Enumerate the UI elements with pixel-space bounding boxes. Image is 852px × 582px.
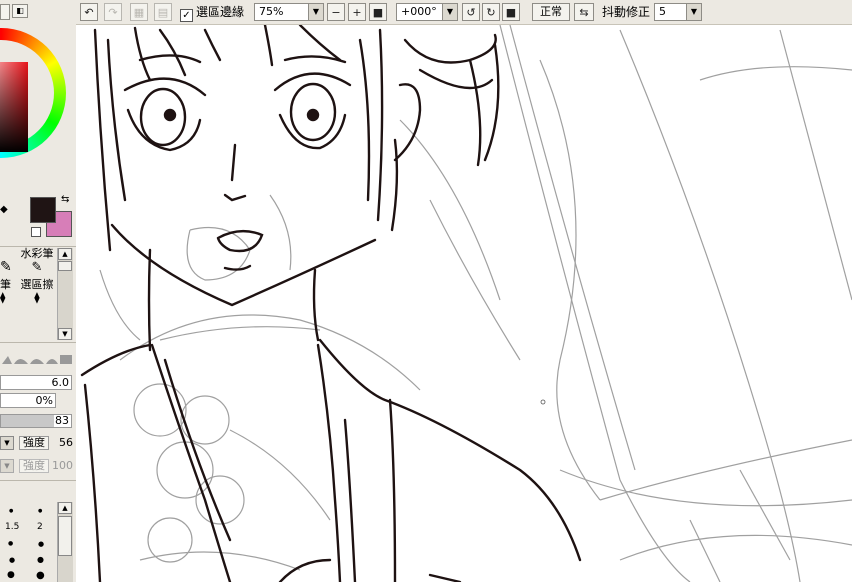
size-preset-dot[interactable]: ● — [38, 508, 42, 514]
panel-top-button[interactable] — [0, 4, 10, 20]
primary-color-swatch[interactable] — [30, 197, 56, 223]
zoom-out-button[interactable]: − — [327, 3, 345, 21]
fill-icon: ▤ — [157, 5, 169, 19]
zoom-select[interactable]: 75% ▼ — [254, 3, 324, 21]
presets-scroll-thumb[interactable] — [58, 516, 72, 556]
flip-icon: ⇆ — [579, 5, 589, 19]
size-presets[interactable]: ● ● 1.5 2 ● ● ● ● ● ● — [0, 500, 56, 582]
clear-button[interactable]: ▦ — [130, 3, 148, 21]
undo-button[interactable]: ↶ — [80, 3, 98, 21]
rotate-right-button[interactable]: ↻ — [482, 3, 500, 21]
density-slider[interactable]: 83 — [0, 414, 72, 428]
selection-edge-label: 選區邊緣 — [196, 5, 245, 19]
strength-value[interactable]: 56 — [51, 436, 73, 450]
zoom-value: 75% — [259, 5, 284, 18]
tool-selection-eraser[interactable]: 選區擦 ⧫ — [18, 279, 56, 309]
sketch-artwork — [80, 25, 852, 582]
rotate-right-icon: ↻ — [486, 5, 496, 19]
fill-button[interactable]: ▤ — [154, 3, 172, 21]
blend-mode-button[interactable]: 正常 — [532, 3, 570, 21]
strength-label: 強度 — [19, 436, 49, 450]
redo-icon: ↷ — [108, 5, 118, 19]
chevron-down-icon: ▼ — [308, 4, 323, 20]
size-preset-dot[interactable]: ● — [9, 556, 15, 564]
rotate-left-button[interactable]: ↺ — [462, 3, 480, 21]
tool-pen-label: 筆 — [0, 278, 11, 291]
plus-icon: + — [352, 5, 362, 19]
size-preset-dot[interactable]: ● — [9, 508, 13, 514]
size-preset-dot[interactable]: ● — [7, 570, 15, 580]
strength2-toggle[interactable]: ▼ — [0, 459, 14, 473]
rotation-value: +000° — [401, 5, 437, 18]
scroll-thumb[interactable] — [58, 261, 72, 271]
strength-toggle[interactable]: ▼ — [0, 436, 14, 450]
chevron-down-icon: ▼ — [442, 4, 457, 20]
rotation-select[interactable]: +000° ▼ — [396, 3, 458, 21]
tool-watercolor-label: 水彩筆 — [20, 247, 54, 260]
square-icon: ■ — [505, 5, 517, 19]
clear-icon: ▦ — [133, 5, 145, 19]
stabilizer-label: 抖動修正 — [602, 5, 651, 19]
watercolor-brush-icon: ✎ — [31, 260, 43, 275]
scroll-down-icon[interactable]: ▼ — [58, 328, 72, 340]
brush-shape-selector[interactable] — [0, 350, 74, 366]
top-toolbar: ↶ ↷ ▦ ▤ ✓ 選區邊緣 75% ▼ − + ■ +000° ▼ ↺ ↻ ■ … — [76, 0, 852, 25]
rotation-reset-button[interactable]: ■ — [502, 3, 520, 21]
swap-colors-icon[interactable]: ⇆ — [61, 195, 69, 205]
min-size-field[interactable]: 0% — [0, 393, 56, 408]
undo-icon: ↶ — [84, 5, 94, 19]
redo-button[interactable]: ↷ — [104, 3, 122, 21]
tool-pen[interactable]: 筆 ⧫ — [0, 279, 18, 309]
drawing-canvas[interactable] — [76, 25, 852, 582]
size-preset-label: 2 — [37, 522, 43, 532]
panel-menu-icon[interactable]: ◧ — [12, 4, 28, 18]
size-preset-label: 1.5 — [5, 522, 20, 532]
tool-scrollbar[interactable]: ▲ ▼ — [57, 248, 73, 340]
selection-edge-checkbox[interactable]: ✓ 選區邊緣 — [180, 4, 244, 22]
color-pointer-icon: ◆ — [0, 204, 8, 215]
selection-eraser-icon: ⧫ — [34, 291, 40, 304]
minus-icon: − — [331, 5, 341, 19]
strength2-label: 強度 — [19, 459, 49, 473]
pen-icon: ⧫ — [0, 291, 6, 304]
presets-scrollbar[interactable]: ▲ — [57, 502, 73, 582]
flip-horizontal-button[interactable]: ⇆ — [574, 3, 594, 21]
checkbox-checked-icon: ✓ — [180, 9, 193, 22]
scroll-up-icon[interactable]: ▲ — [58, 248, 72, 260]
blend-mode-value: 正常 — [540, 5, 562, 18]
tool-panel: ◧ ⇆ ◆ ✎ 水彩筆 ✎ 筆 ⧫ 選區擦 ⧫ ▲ ▼ 6.0 0% 83 ▼ … — [0, 0, 77, 582]
stabilizer-select[interactable]: 5 ▼ — [654, 3, 702, 21]
zoom-reset-button[interactable]: ■ — [369, 3, 387, 21]
strength2-value: 100 — [52, 459, 73, 472]
tool-pencil[interactable]: ✎ — [0, 258, 18, 276]
stabilizer-value: 5 — [659, 5, 666, 18]
reset-colors-icon[interactable] — [31, 227, 41, 237]
zoom-in-button[interactable]: + — [348, 3, 366, 21]
tool-selection-eraser-label: 選區擦 — [20, 278, 54, 291]
chevron-down-icon: ▼ — [686, 4, 701, 20]
brush-size-field[interactable]: 6.0 — [0, 375, 72, 390]
density-value: 83 — [55, 414, 69, 427]
size-preset-dot[interactable]: ● — [36, 570, 45, 581]
presets-scroll-up-icon[interactable]: ▲ — [58, 502, 72, 514]
rotate-left-icon: ↺ — [466, 5, 476, 19]
square-icon: ■ — [372, 5, 384, 19]
size-preset-dot[interactable]: ● — [8, 540, 13, 547]
saturation-value-square[interactable] — [0, 62, 28, 152]
size-preset-dot[interactable]: ● — [38, 540, 44, 548]
tool-watercolor[interactable]: 水彩筆 ✎ — [18, 248, 56, 278]
size-preset-dot[interactable]: ● — [37, 555, 44, 564]
